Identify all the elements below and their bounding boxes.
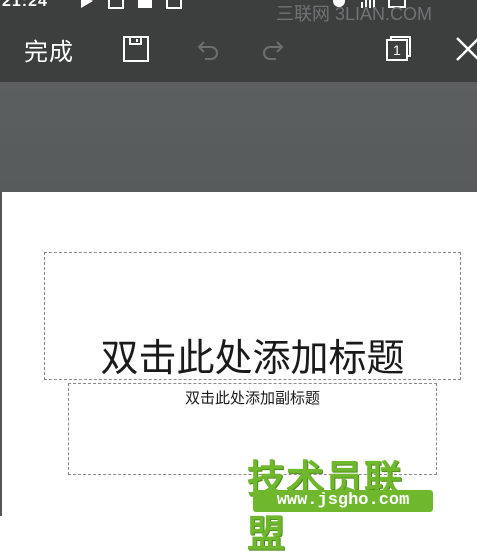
watermark-logo: 技术员联盟 www.jsgho.com (247, 448, 437, 556)
status-time: 21:24 (2, 0, 48, 10)
play-icon (81, 0, 93, 8)
subtitle-placeholder-text: 双击此处添加副标题 (184, 389, 320, 407)
watermark-url: www.jsgho.com (276, 491, 410, 510)
title-placeholder-text: 双击此处添加标题 (100, 336, 405, 380)
notification-icon (166, 0, 183, 9)
watermark-top: 三联网 3LIAN.COM (276, 4, 433, 24)
status-icons-left (78, 0, 189, 11)
save-icon[interactable] (121, 34, 151, 64)
editor-background (0, 82, 477, 192)
redo-icon[interactable] (258, 34, 288, 64)
watermark-url-bar: www.jsgho.com (253, 490, 433, 512)
image-icon (108, 0, 125, 9)
page-count: 1 (393, 42, 401, 58)
done-button[interactable]: 完成 (24, 32, 74, 67)
title-placeholder[interactable]: 双击此处添加标题 (44, 252, 461, 380)
page-count-button[interactable]: 1 (383, 34, 413, 64)
notification-icon (138, 0, 153, 8)
undo-icon[interactable] (193, 34, 223, 64)
close-icon[interactable] (453, 34, 477, 64)
